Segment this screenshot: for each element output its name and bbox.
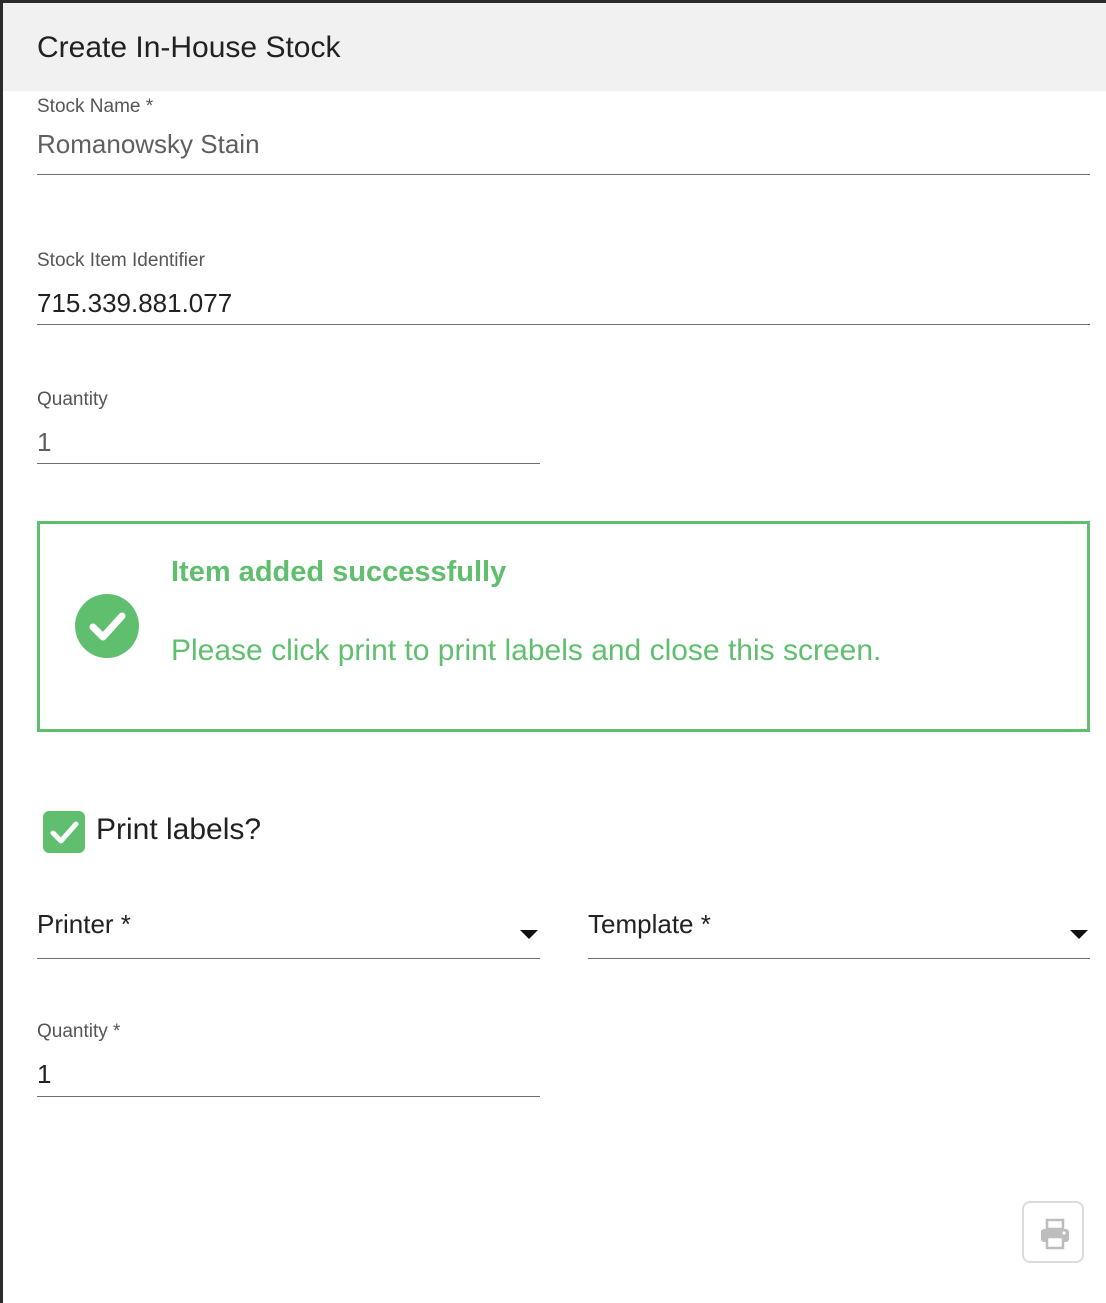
quantity-value[interactable]: 1 <box>37 427 51 458</box>
chevron-down-icon[interactable] <box>1070 930 1088 939</box>
template-underline <box>588 958 1090 959</box>
stock-item-identifier-field[interactable]: Stock Item Identifier 715.339.881.077 <box>37 250 1090 326</box>
quantity-underline <box>37 463 540 464</box>
stock-name-value[interactable]: Romanowsky Stain <box>37 129 260 160</box>
alert-message: Please click print to print labels and c… <box>171 634 882 667</box>
quantity-label: Quantity <box>37 389 108 410</box>
printer-underline <box>37 958 540 959</box>
checkmark-icon <box>50 821 79 844</box>
template-select[interactable]: Template * <box>588 909 1090 959</box>
print-button[interactable] <box>1022 1201 1084 1263</box>
label-quantity-underline <box>37 1096 540 1097</box>
printer-icon <box>1041 1218 1069 1250</box>
print-labels-checkbox[interactable] <box>43 811 85 853</box>
stock-item-identifier-value[interactable]: 715.339.881.077 <box>37 288 232 319</box>
dialog-title: Create In-House Stock <box>37 31 341 64</box>
check-circle-icon <box>75 594 139 658</box>
alert-title: Item added successfully <box>171 556 507 588</box>
stock-item-identifier-underline <box>37 324 1090 325</box>
stock-name-field[interactable]: Stock Name * Romanowsky Stain <box>37 96 1090 176</box>
create-in-house-stock-dialog: Create In-House Stock Stock Name * Roman… <box>0 0 1106 1303</box>
dialog-header: Create In-House Stock <box>3 3 1106 91</box>
printer-select[interactable]: Printer * <box>37 909 540 959</box>
label-quantity-field[interactable]: Quantity * 1 <box>37 1021 540 1098</box>
template-label: Template * <box>588 909 711 939</box>
print-labels-label[interactable]: Print labels? <box>96 813 261 847</box>
stock-name-underline <box>37 174 1090 175</box>
printer-label: Printer * <box>37 909 131 939</box>
stock-item-identifier-label: Stock Item Identifier <box>37 250 205 271</box>
stock-name-label: Stock Name * <box>37 96 154 117</box>
label-quantity-label: Quantity * <box>37 1021 121 1042</box>
quantity-field[interactable]: Quantity 1 <box>37 389 540 465</box>
label-quantity-value[interactable]: 1 <box>37 1059 51 1090</box>
chevron-down-icon[interactable] <box>520 930 538 939</box>
success-alert: Item added successfully Please click pri… <box>37 521 1090 732</box>
